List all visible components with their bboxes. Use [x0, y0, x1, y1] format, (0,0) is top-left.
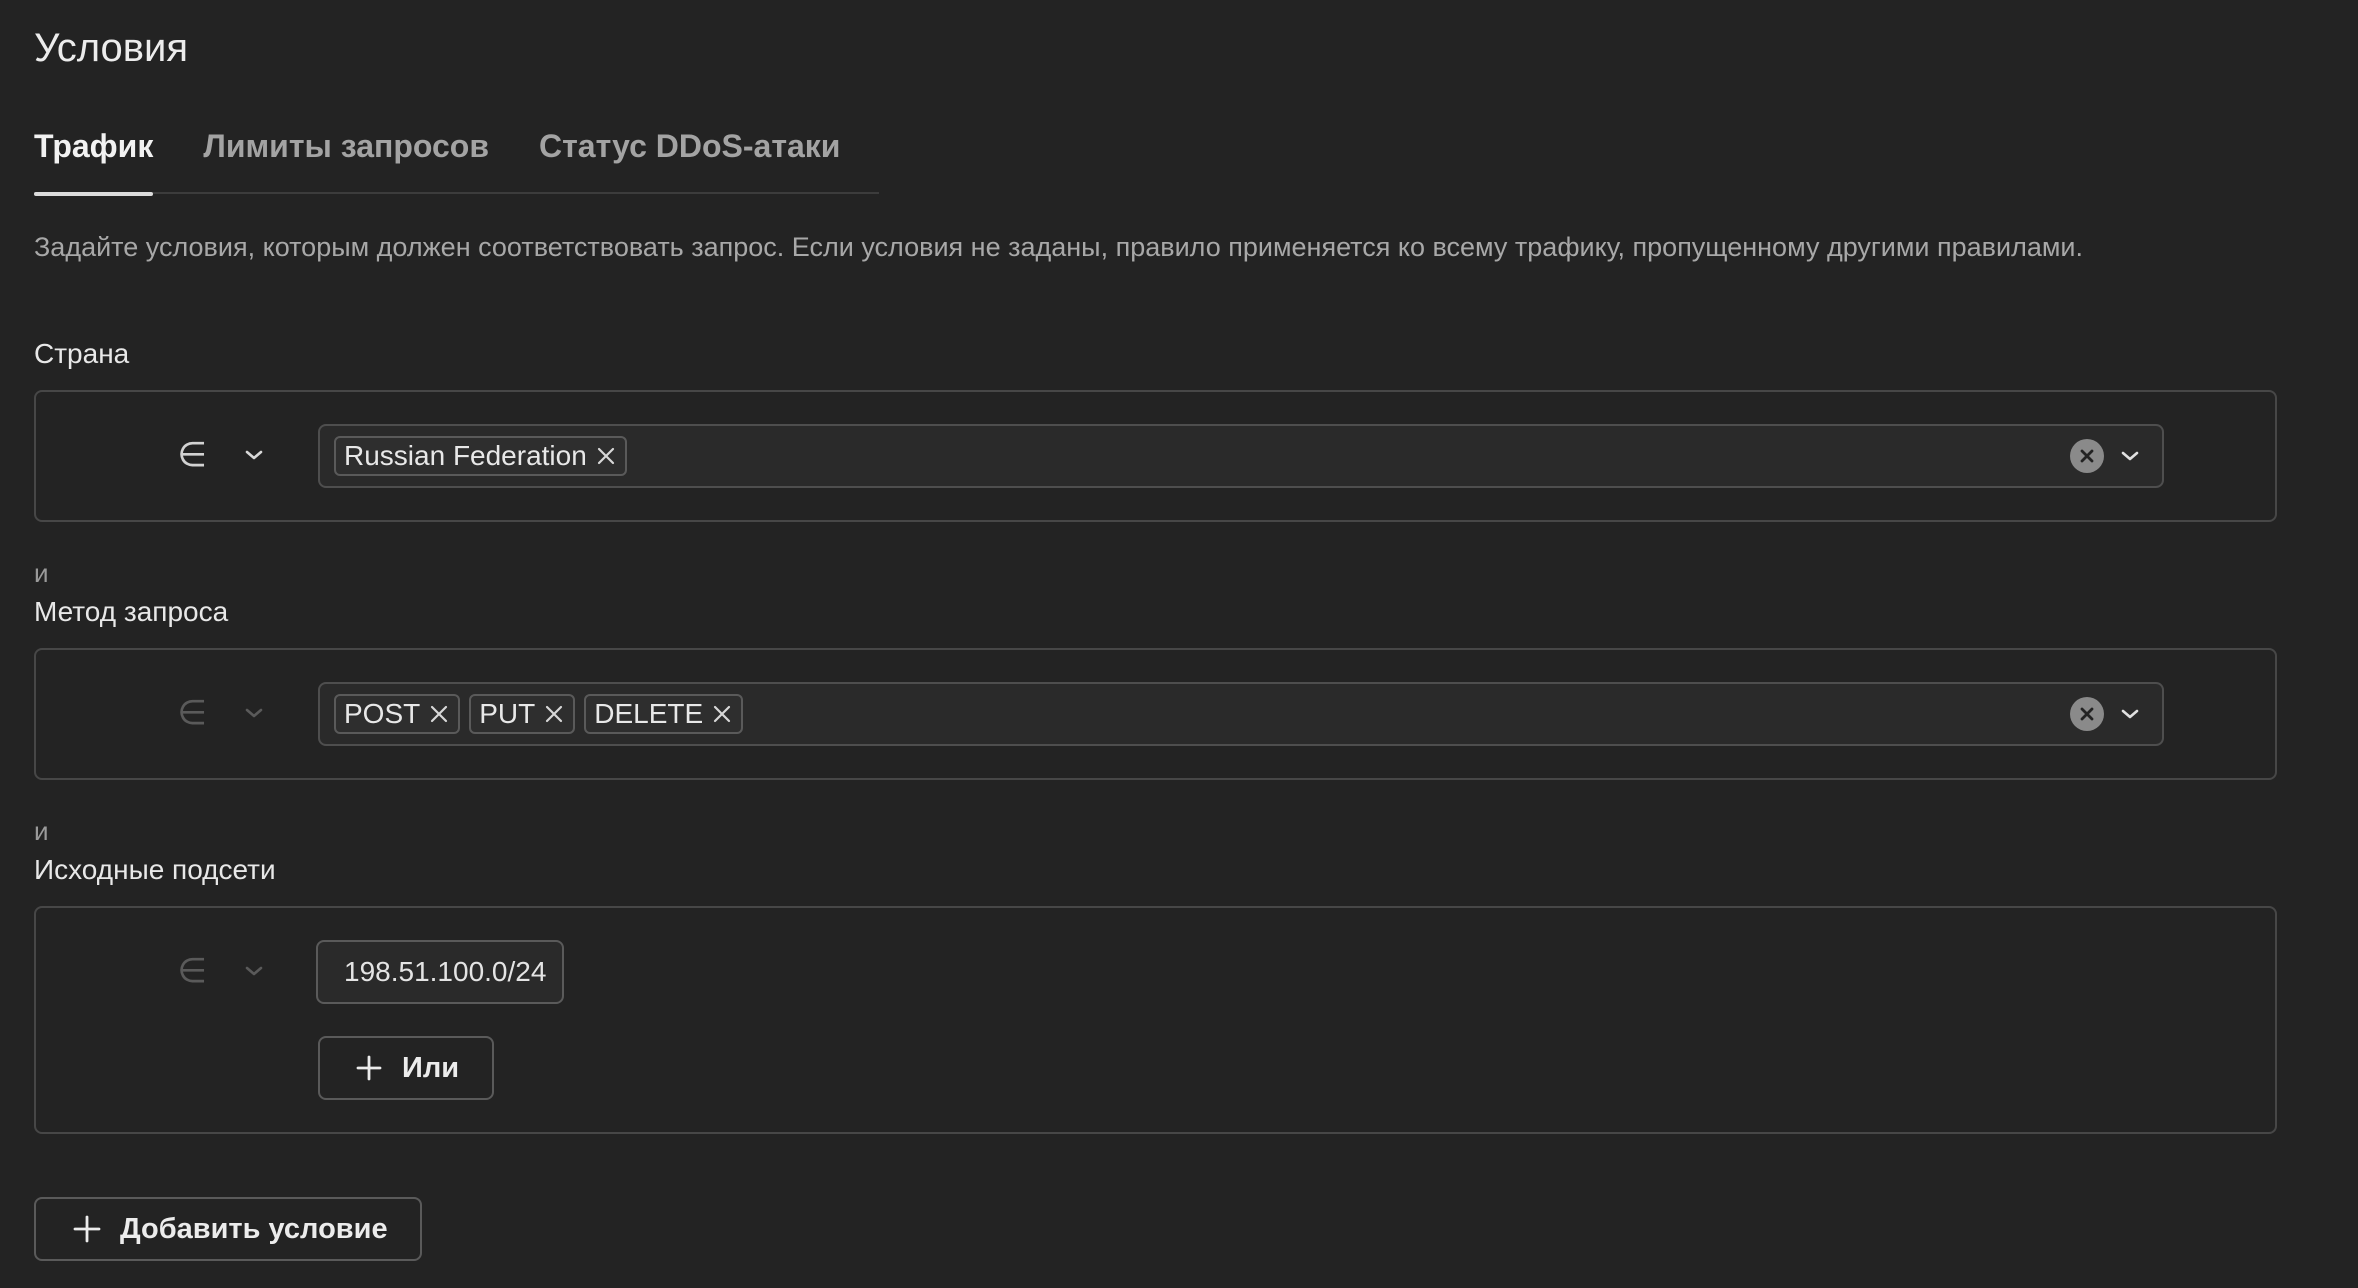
- country-condition: ∈ Russian Federation: [34, 390, 2277, 522]
- and-joiner: и: [34, 558, 49, 588]
- plus-icon: [72, 1214, 102, 1244]
- subnets-operator-select: ∈: [172, 940, 292, 1002]
- method-multiselect[interactable]: POST PUT DELETE: [318, 682, 2164, 746]
- tab-traffic[interactable]: Трафик: [34, 128, 154, 196]
- conditions-page: Условия Трафик Лимиты запросов Статус DD…: [0, 0, 2358, 1288]
- add-condition-button[interactable]: Добавить условие: [34, 1197, 422, 1261]
- chevron-down-icon[interactable]: [2116, 700, 2144, 728]
- subnets-condition: ∈ 198.51.100.0/24 Или: [34, 906, 2277, 1134]
- method-label: Метод запроса: [34, 596, 229, 627]
- element-of-icon: ∈: [177, 435, 207, 475]
- chevron-down-icon: [244, 448, 264, 462]
- add-condition-label: Добавить условие: [120, 1212, 388, 1245]
- tab-request-limits[interactable]: Лимиты запросов: [203, 128, 489, 194]
- close-icon[interactable]: [595, 445, 617, 467]
- chip-label: PUT: [479, 698, 536, 729]
- conditions-description: Задайте условия, которым должен соответс…: [34, 232, 2083, 262]
- element-of-icon: ∈: [177, 693, 207, 733]
- country-chip: Russian Federation: [334, 436, 627, 476]
- close-icon[interactable]: [711, 703, 733, 725]
- subnet-input[interactable]: 198.51.100.0/24: [316, 940, 564, 1004]
- country-multiselect[interactable]: Russian Federation: [318, 424, 2164, 488]
- tab-bar: Трафик Лимиты запросов Статус DDoS-атаки: [34, 128, 879, 196]
- country-label: Страна: [34, 338, 130, 369]
- subnets-label: Исходные подсети: [34, 854, 276, 885]
- element-of-icon: ∈: [177, 951, 207, 991]
- and-joiner: и: [34, 816, 49, 846]
- plus-icon: [354, 1053, 384, 1083]
- close-icon[interactable]: [428, 703, 450, 725]
- chevron-down-icon: [244, 706, 264, 720]
- chevron-down-icon: [244, 964, 264, 978]
- clear-icon[interactable]: [2070, 697, 2104, 731]
- or-button[interactable]: Или: [318, 1036, 494, 1100]
- chip-label: POST: [344, 698, 421, 729]
- method-operator-select: ∈: [172, 682, 292, 744]
- chevron-down-icon[interactable]: [2116, 442, 2144, 470]
- clear-icon[interactable]: [2070, 439, 2104, 473]
- method-chip: DELETE: [584, 694, 744, 734]
- method-condition: ∈ POST PUT DELETE: [34, 648, 2277, 780]
- chip-label: DELETE: [594, 698, 704, 729]
- or-button-label: Или: [402, 1051, 460, 1084]
- country-operator-select[interactable]: ∈: [172, 424, 292, 486]
- method-chip: POST: [334, 694, 461, 734]
- close-icon[interactable]: [543, 703, 565, 725]
- method-chip: PUT: [469, 694, 576, 734]
- page-title: Условия: [34, 26, 189, 70]
- chip-label: Russian Federation: [344, 440, 587, 471]
- tab-ddos-status[interactable]: Статус DDoS-атаки: [539, 128, 840, 194]
